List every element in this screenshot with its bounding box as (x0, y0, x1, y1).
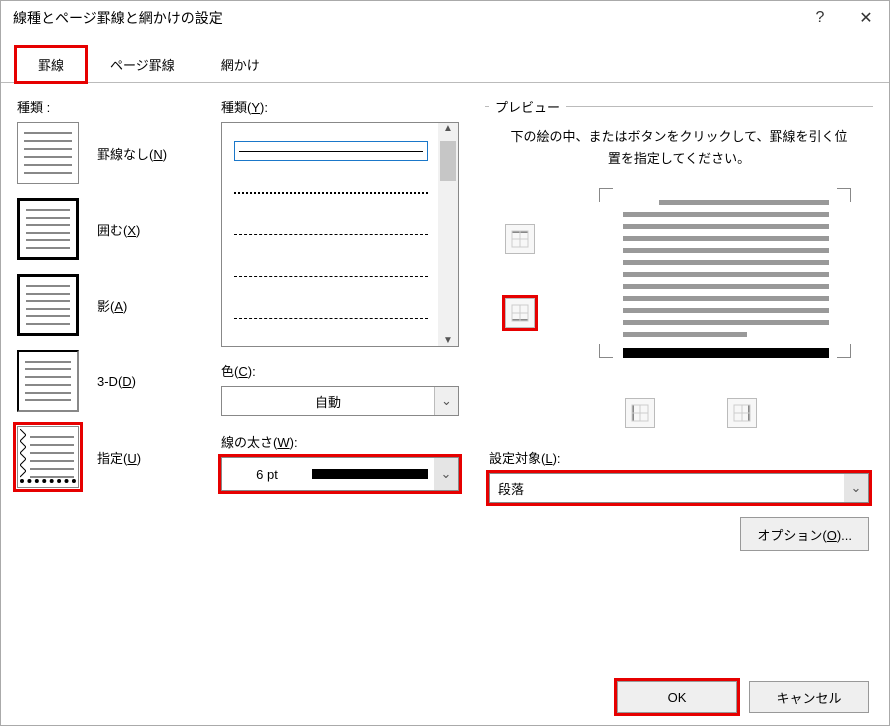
style-option-dashed[interactable] (234, 267, 428, 287)
setting-box-label: 囲む(X) (97, 220, 140, 239)
setting-custom-label: 指定(U) (97, 448, 141, 467)
setting-none-label: 罫線なし(N) (97, 144, 167, 163)
cancel-button[interactable]: キャンセル (749, 681, 869, 713)
width-combo[interactable]: 6 pt ⌄ (221, 457, 459, 491)
window-title: 線種とページ罫線と網かけの設定 (13, 8, 797, 28)
tab-shading[interactable]: 網かけ (198, 46, 283, 83)
style-option-dotted[interactable] (234, 183, 428, 203)
style-option-solid[interactable] (234, 141, 428, 161)
scroll-up-icon[interactable]: ▲ (443, 123, 453, 134)
close-button[interactable]: ✕ (843, 1, 889, 35)
thumb-box-icon (17, 198, 79, 260)
preview-paragraph-icon (623, 200, 829, 358)
style-option-dash-wide[interactable] (234, 308, 428, 328)
corner-marker (599, 188, 613, 202)
dialog-footer: OK キャンセル (617, 681, 869, 713)
setting-type-heading: 種類 : (17, 97, 207, 116)
border-bottom-icon (511, 304, 529, 322)
chevron-down-icon[interactable]: ⌄ (434, 387, 458, 415)
border-left-icon (631, 404, 649, 422)
border-top-icon (511, 230, 529, 248)
chevron-down-icon[interactable]: ⌄ (844, 474, 868, 502)
setting-3d-label: 3-D(D) (97, 374, 136, 389)
border-left-button[interactable] (625, 398, 655, 428)
setting-3d[interactable]: 3-D(D) (17, 350, 207, 412)
thumb-shadow-icon (17, 274, 79, 336)
corner-marker (837, 188, 851, 202)
border-bottom-button[interactable] (505, 298, 535, 328)
color-combo[interactable]: 自動 ⌄ (221, 386, 459, 416)
preview-hint: 下の絵の中、またはボタンをクリックして、罫線を引く位置を指定してください。 (509, 126, 849, 170)
width-label: 線の太さ(W): (221, 432, 459, 451)
color-value: 自動 (222, 392, 434, 411)
chevron-down-icon[interactable]: ⌄ (434, 458, 458, 490)
title-bar: 線種とページ罫線と網かけの設定 ? ✕ (1, 1, 889, 35)
style-scrollbar[interactable]: ▲ ▼ (438, 123, 458, 346)
tab-strip: 罫線 ページ罫線 網かけ (1, 35, 889, 83)
preview-column: プレビュー 下の絵の中、またはボタンをクリックして、罫線を引く位置を指定してくだ… (467, 97, 873, 663)
width-value: 6 pt (222, 467, 312, 482)
ok-button[interactable]: OK (617, 681, 737, 713)
dialog-body: 種類 : 罫線なし(N) 囲む(X) (1, 83, 889, 663)
setting-shadow-label: 影(A) (97, 296, 127, 315)
setting-shadow[interactable]: 影(A) (17, 274, 207, 336)
thumb-3d-icon (17, 350, 79, 412)
preview-legend: プレビュー (489, 97, 566, 116)
dialog-window: 線種とページ罫線と網かけの設定 ? ✕ 罫線 ページ罫線 網かけ 種類 : 罫線… (0, 0, 890, 726)
apply-to-label: 設定対象(L): (489, 448, 869, 467)
preview-group: プレビュー 下の絵の中、またはボタンをクリックして、罫線を引く位置を指定してくだ… (485, 97, 873, 551)
setting-custom[interactable]: 指定(U) (17, 426, 207, 488)
width-sample-bar (312, 469, 428, 479)
tab-page-border[interactable]: ページ罫線 (87, 46, 198, 83)
thumb-custom-icon (17, 426, 79, 488)
style-label: 種類(Y): (221, 97, 459, 116)
apply-to-combo[interactable]: 段落 ⌄ (489, 473, 869, 503)
setting-box[interactable]: 囲む(X) (17, 198, 207, 260)
zigzag-icon (20, 429, 26, 479)
corner-marker (599, 344, 613, 358)
style-listbox[interactable]: ▲ ▼ (221, 122, 459, 347)
style-option-dashed-fine[interactable] (234, 225, 428, 245)
thumb-none-icon (17, 122, 79, 184)
border-right-button[interactable] (727, 398, 757, 428)
border-top-button[interactable] (505, 224, 535, 254)
scroll-thumb[interactable] (440, 141, 456, 181)
help-button[interactable]: ? (797, 1, 843, 35)
setting-none[interactable]: 罫線なし(N) (17, 122, 207, 184)
setting-type-column: 種類 : 罫線なし(N) 囲む(X) (17, 97, 207, 663)
tab-borders[interactable]: 罫線 (15, 46, 87, 83)
corner-marker (837, 344, 851, 358)
preview-area[interactable] (489, 188, 869, 448)
options-button[interactable]: オプション(O)... (740, 517, 869, 551)
apply-to-value: 段落 (498, 479, 524, 498)
scroll-down-icon[interactable]: ▼ (443, 335, 453, 346)
line-style-column: 種類(Y): ▲ ▼ 色(C): 自動 ⌄ (207, 97, 467, 663)
border-right-icon (733, 404, 751, 422)
color-label: 色(C): (221, 361, 459, 380)
